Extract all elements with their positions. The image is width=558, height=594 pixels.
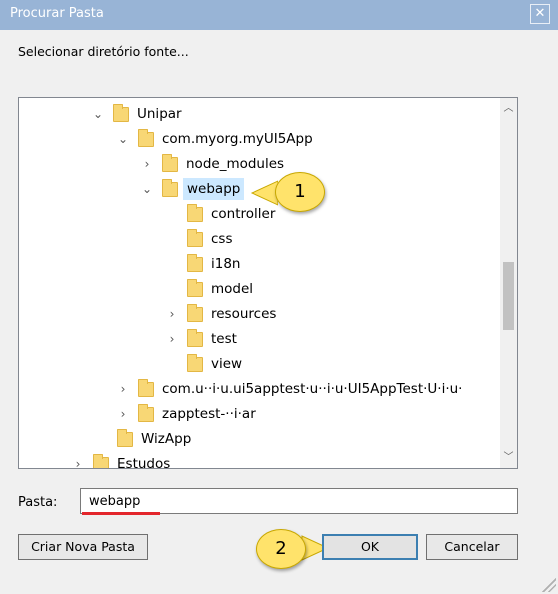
folder-icon [187,204,203,222]
close-button[interactable]: ✕ [530,4,550,24]
red-underline [82,512,160,515]
chevron-right-icon[interactable]: › [165,303,179,325]
tree-item-label: view [211,356,243,372]
folder-icon [187,304,203,322]
callout-tail [250,180,278,206]
folder-icon [187,329,203,347]
chevron-right-icon[interactable]: › [116,403,130,425]
tree-item-label: model [211,281,254,297]
tree-item-label: node_modules [186,156,285,172]
scroll-up-icon[interactable]: ︿ [500,100,517,117]
title-bar: Procurar Pasta ✕ [0,0,558,30]
window-title: Procurar Pasta [10,6,104,21]
tree-item-label: Estudos [117,456,171,469]
tree-item-label: webapp [183,178,245,200]
vertical-scrollbar[interactable]: ︿ ﹀ [500,98,517,468]
callout-number-1: 1 [275,172,325,212]
callout-number-2: 2 [256,529,306,569]
folder-icon [162,179,178,197]
ok-button[interactable]: OK [322,534,418,560]
chevron-down-icon[interactable]: ⌄ [116,128,130,150]
chevron-right-icon[interactable]: › [71,453,85,468]
tree-item-label: zapptest-··i·ar [162,406,256,422]
folder-icon [187,254,203,272]
dialog-subtitle: Selecionar diretório fonte... [18,44,189,59]
chevron-right-icon[interactable]: › [116,378,130,400]
folder-icon [187,279,203,297]
close-icon: ✕ [534,6,546,21]
folder-icon [113,104,129,122]
folder-icon [138,129,154,147]
resize-grip-icon[interactable] [542,578,556,592]
folder-icon [187,229,203,247]
chevron-right-icon[interactable]: › [140,153,154,175]
tree-item-label: test [211,331,237,347]
folder-tree[interactable]: ⌄ Unipar ⌄ com.myorg.myUI5App › node_mod… [18,97,518,469]
folder-icon [93,454,109,468]
tree-item-label: com.myorg.myUI5App [162,131,313,147]
pasta-field[interactable] [80,488,518,514]
pasta-label: Pasta: [18,495,58,510]
scrollbar-thumb[interactable] [503,262,514,330]
folder-icon [117,429,133,447]
folder-icon [138,404,154,422]
tree-item-label: Unipar [137,106,182,122]
tree-item-label: i18n [211,256,241,272]
tree-item-label: com.u··i·u.ui5apptest·u··i·u·UI5AppTest·… [162,381,463,397]
folder-icon [162,154,178,172]
chevron-right-icon[interactable]: › [165,328,179,350]
new-folder-button[interactable]: Criar Nova Pasta [18,534,148,560]
chevron-down-icon[interactable]: ⌄ [140,178,154,200]
cancel-button[interactable]: Cancelar [426,534,518,560]
chevron-down-icon[interactable]: ⌄ [91,103,105,125]
folder-icon [187,354,203,372]
scroll-down-icon[interactable]: ﹀ [500,449,517,466]
tree-item-label: WizApp [141,431,192,447]
folder-icon [138,379,154,397]
tree-item-label: css [211,231,233,247]
tree-item-label: resources [211,306,277,322]
